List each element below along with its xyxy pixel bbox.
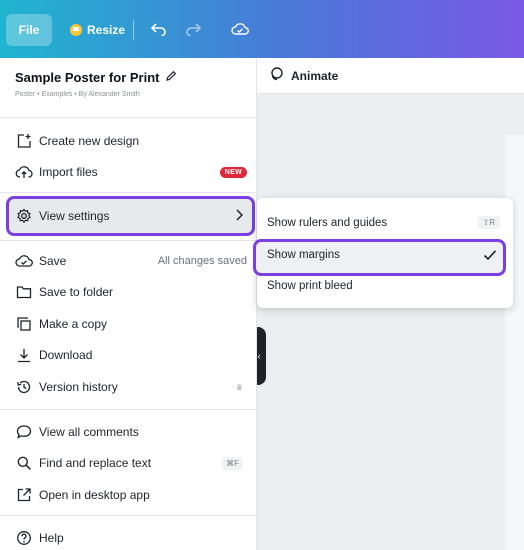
menu-item-view-all-comments[interactable]: View all comments bbox=[0, 417, 257, 447]
design-title-text: Sample Poster for Print bbox=[15, 70, 160, 85]
menu-item-make-a-copy[interactable]: Make a copy bbox=[0, 309, 257, 339]
toolbar-divider bbox=[133, 20, 134, 40]
crown-icon: ♛ bbox=[235, 382, 243, 392]
save-status-text: All changes saved bbox=[157, 255, 247, 267]
pencil-icon[interactable] bbox=[165, 70, 177, 85]
menu-item-label: Make a copy bbox=[39, 317, 108, 331]
comment-icon bbox=[15, 423, 33, 441]
menu-divider bbox=[0, 515, 257, 516]
history-icon bbox=[15, 378, 33, 396]
chevron-right-icon bbox=[235, 208, 244, 224]
checkmark-icon bbox=[483, 248, 497, 266]
cloud-check-icon[interactable] bbox=[229, 18, 251, 40]
menu-item-help[interactable]: Help bbox=[0, 523, 257, 550]
folder-icon bbox=[15, 283, 33, 301]
menu-item-label: Save bbox=[39, 254, 67, 268]
animate-button[interactable]: Animate bbox=[257, 58, 524, 94]
submenu-item-show-rulers[interactable]: Show rulers and guides bbox=[267, 217, 387, 229]
cloud-check-icon bbox=[15, 252, 33, 270]
search-icon bbox=[15, 454, 33, 472]
menu-item-view-settings[interactable]: View settings bbox=[0, 201, 257, 231]
design-title[interactable]: Sample Poster for Print bbox=[15, 70, 177, 85]
menu-item-open-in-desktop-app[interactable]: Open in desktop app bbox=[0, 480, 257, 510]
file-menu-button[interactable]: File bbox=[6, 14, 52, 46]
menu-item-import-files[interactable]: Import files NEW bbox=[0, 157, 257, 187]
crown-icon bbox=[70, 24, 82, 36]
menu-divider bbox=[0, 240, 257, 241]
menu-item-label: View all comments bbox=[39, 425, 139, 439]
animate-label: Animate bbox=[291, 68, 339, 83]
menu-item-label: Help bbox=[39, 531, 64, 545]
menu-item-create-new-design[interactable]: Create new design bbox=[0, 126, 257, 156]
menu-divider bbox=[0, 192, 257, 193]
redo-icon[interactable] bbox=[182, 18, 204, 40]
help-icon bbox=[15, 529, 33, 547]
menu-item-label: View settings bbox=[39, 209, 110, 223]
undo-icon[interactable] bbox=[148, 18, 170, 40]
menu-item-label: Find and replace text bbox=[39, 456, 152, 470]
submenu-item-show-margins[interactable]: Show margins bbox=[267, 249, 340, 261]
menu-item-label: Save to folder bbox=[39, 285, 114, 299]
menu-item-label: Download bbox=[39, 348, 93, 362]
copy-icon bbox=[15, 315, 33, 333]
resize-button[interactable]: Resize bbox=[62, 14, 133, 46]
shortcut-hint: ⌘F bbox=[222, 456, 243, 470]
menu-item-label: Version history bbox=[39, 380, 118, 394]
animate-icon bbox=[269, 67, 283, 84]
submenu-item-show-print-bleed[interactable]: Show print bleed bbox=[267, 280, 353, 292]
cloud-upload-icon bbox=[15, 163, 33, 181]
new-badge: NEW bbox=[219, 166, 247, 178]
menu-divider bbox=[0, 117, 257, 118]
design-subtitle: Poster • Examples • By Alexander Smith bbox=[15, 91, 140, 98]
chevron-left-icon: ‹ bbox=[257, 351, 261, 361]
top-toolbar: File Resize bbox=[0, 0, 524, 58]
menu-divider bbox=[0, 409, 257, 410]
plus-page-icon bbox=[15, 132, 33, 150]
external-link-icon bbox=[15, 486, 33, 504]
menu-item-label: Open in desktop app bbox=[39, 488, 150, 502]
menu-item-find-and-replace[interactable]: Find and replace text ⌘F bbox=[0, 448, 257, 478]
gear-icon bbox=[15, 207, 33, 225]
menu-item-download[interactable]: Download bbox=[0, 340, 257, 370]
menu-item-version-history[interactable]: Version history ♛ bbox=[0, 372, 257, 402]
menu-item-label: Import files bbox=[39, 165, 98, 179]
menu-item-label: Create new design bbox=[39, 134, 140, 148]
download-icon bbox=[15, 346, 33, 364]
menu-item-save[interactable]: Save All changes saved bbox=[0, 246, 257, 276]
menu-item-save-to-folder[interactable]: Save to folder bbox=[0, 277, 257, 307]
resize-label: Resize bbox=[87, 23, 126, 37]
shortcut-hint: ⇧R bbox=[477, 216, 500, 229]
